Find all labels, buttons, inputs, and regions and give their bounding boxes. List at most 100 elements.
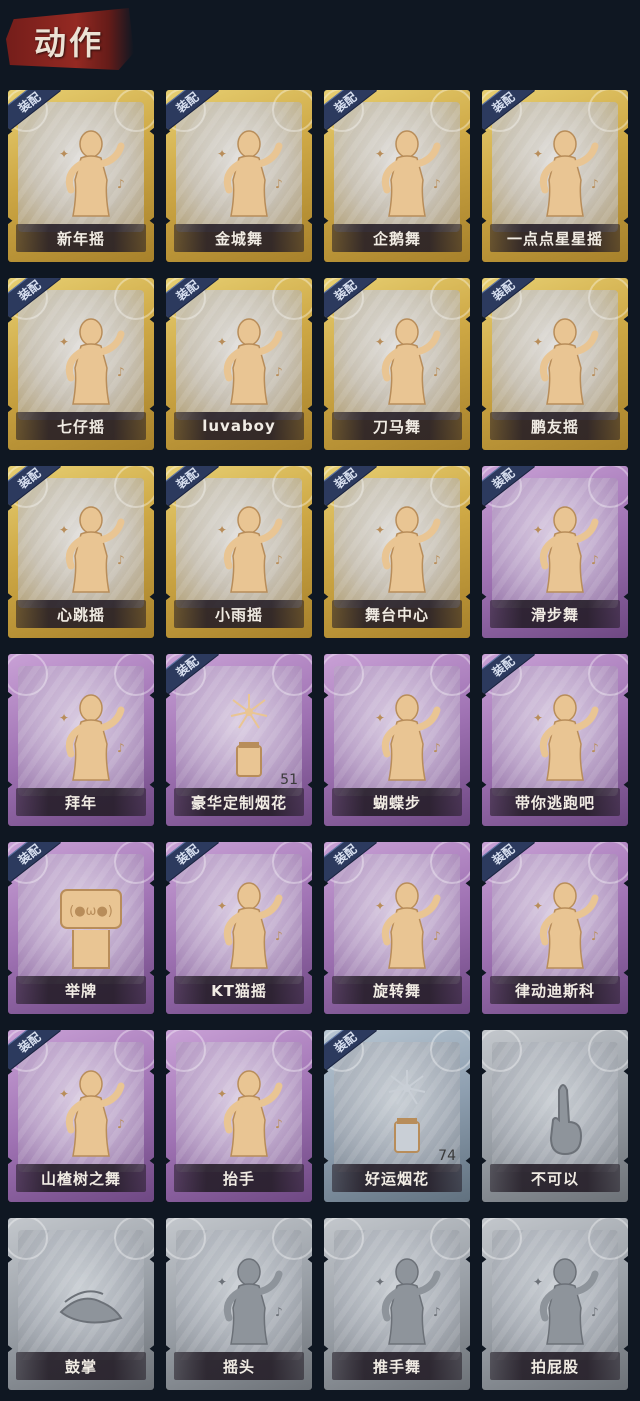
- dance-figure-icon: ♪ ✦: [525, 1252, 605, 1352]
- card-art: ♪ ✦: [8, 90, 154, 232]
- sign-figure-icon: (●ω●): [51, 876, 131, 976]
- emote-name: 金城舞: [214, 229, 263, 248]
- emote-name-bar: luvaboy: [174, 412, 304, 440]
- dance-figure-icon: ♪ ✦: [209, 500, 289, 600]
- emote-name-bar: 企鹅舞: [332, 224, 462, 252]
- svg-text:✦: ✦: [533, 711, 543, 725]
- emote-name: 企鹅舞: [372, 229, 421, 248]
- emote-card[interactable]: 鼓掌: [8, 1218, 154, 1390]
- svg-text:♪: ♪: [275, 177, 283, 191]
- emote-card[interactable]: (●ω●) 举牌 装配: [8, 842, 154, 1014]
- svg-text:✦: ✦: [217, 1087, 227, 1101]
- svg-text:✦: ✦: [533, 1275, 543, 1289]
- emote-name-bar: 推手舞: [332, 1352, 462, 1380]
- emote-card[interactable]: ♪ ✦ 鹏友摇 装配: [482, 278, 628, 450]
- emote-name: 心跳摇: [56, 605, 105, 624]
- svg-text:♪: ♪: [591, 741, 599, 755]
- svg-text:✦: ✦: [217, 523, 227, 537]
- svg-text:♪: ♪: [433, 929, 441, 943]
- emote-name: 推手舞: [372, 1357, 421, 1376]
- svg-text:✦: ✦: [533, 335, 543, 349]
- emote-name-bar: 拍屁股: [490, 1352, 620, 1380]
- emote-card[interactable]: ♪ ✦ 拜年: [8, 654, 154, 826]
- emote-name: 山楂树之舞: [40, 1169, 121, 1188]
- svg-text:✦: ✦: [59, 523, 69, 537]
- emote-card[interactable]: ♪ ✦ 山楂树之舞 装配: [8, 1030, 154, 1202]
- svg-text:♪: ♪: [433, 741, 441, 755]
- card-art: (●ω●): [8, 842, 154, 984]
- dance-figure-icon: ♪ ✦: [525, 124, 605, 224]
- emote-card[interactable]: ♪ ✦ 企鹅舞 装配: [324, 90, 470, 262]
- svg-text:✦: ✦: [59, 335, 69, 349]
- emote-card[interactable]: 51 豪华定制烟花 装配: [166, 654, 312, 826]
- emote-card[interactable]: ♪ ✦ 一点点星星摇 装配: [482, 90, 628, 262]
- dance-figure-icon: ♪ ✦: [367, 876, 447, 976]
- emote-card[interactable]: ♪ ✦ 舞台中心 装配: [324, 466, 470, 638]
- emote-name-bar: 抬手: [174, 1164, 304, 1192]
- emote-name-bar: 心跳摇: [16, 600, 146, 628]
- card-art: ♪ ✦: [482, 1218, 628, 1360]
- card-art: ♪ ✦: [324, 1218, 470, 1360]
- dance-figure-icon: ♪ ✦: [51, 312, 131, 412]
- emote-card[interactable]: ♪ ✦ 新年摇 装配: [8, 90, 154, 262]
- dance-figure-icon: ♪ ✦: [51, 1064, 131, 1164]
- emote-card[interactable]: ♪ ✦ 小雨摇 装配: [166, 466, 312, 638]
- svg-text:✦: ✦: [375, 335, 385, 349]
- emote-name-bar: 新年摇: [16, 224, 146, 252]
- emote-name: 蝴蝶步: [372, 793, 421, 812]
- emote-card[interactable]: ♪ ✦ 金城舞 装配: [166, 90, 312, 262]
- emote-card[interactable]: ♪ ✦ luvaboy 装配: [166, 278, 312, 450]
- raise-hand-figure-icon: ♪ ✦: [209, 1064, 289, 1164]
- emote-card[interactable]: ♪ ✦ 拍屁股: [482, 1218, 628, 1390]
- emote-card[interactable]: ♪ ✦ 带你逃跑吧 装配: [482, 654, 628, 826]
- svg-text:♪: ♪: [433, 365, 441, 379]
- emote-name-bar: 小雨摇: [174, 600, 304, 628]
- emote-card[interactable]: ♪ ✦ 推手舞: [324, 1218, 470, 1390]
- svg-text:✦: ✦: [59, 711, 69, 725]
- emote-name-bar: 豪华定制烟花: [174, 788, 304, 816]
- svg-text:✦: ✦: [217, 1275, 227, 1289]
- corner-ornament: [8, 654, 48, 696]
- emote-card[interactable]: ♪ ✦ KT猫摇 装配: [166, 842, 312, 1014]
- header: 动作: [0, 0, 640, 88]
- dance-figure-icon: ♪ ✦: [525, 688, 605, 788]
- svg-text:♪: ♪: [433, 177, 441, 191]
- svg-text:♪: ♪: [275, 365, 283, 379]
- emote-card[interactable]: ♪ ✦ 刀马舞 装配: [324, 278, 470, 450]
- svg-text:♪: ♪: [433, 1305, 441, 1319]
- emote-card[interactable]: ♪ ✦ 律动迪斯科 装配: [482, 842, 628, 1014]
- emote-name-bar: 举牌: [16, 976, 146, 1004]
- svg-text:♪: ♪: [275, 1117, 283, 1131]
- card-art: ♪ ✦: [482, 466, 628, 608]
- emote-card[interactable]: ♪ ✦ 旋转舞 装配: [324, 842, 470, 1014]
- emote-name-bar: 七仔摇: [16, 412, 146, 440]
- svg-text:♪: ♪: [591, 929, 599, 943]
- emote-name: 举牌: [64, 981, 97, 1000]
- svg-text:✦: ✦: [533, 899, 543, 913]
- emote-name-bar: 好运烟花: [332, 1164, 462, 1192]
- fireworks-icon: [367, 1064, 447, 1164]
- emote-card[interactable]: ♪ ✦ 抬手: [166, 1030, 312, 1202]
- svg-text:♪: ♪: [275, 1305, 283, 1319]
- clap-hands-icon: [51, 1252, 131, 1352]
- svg-text:♪: ♪: [117, 365, 125, 379]
- emote-card[interactable]: ♪ ✦ 蝴蝶步: [324, 654, 470, 826]
- emote-name: 一点点星星摇: [506, 229, 603, 248]
- emote-name: 好运烟花: [364, 1169, 429, 1188]
- emote-name-bar: 摇头: [174, 1352, 304, 1380]
- emote-card[interactable]: ♪ ✦ 心跳摇 装配: [8, 466, 154, 638]
- emote-card[interactable]: ♪ ✦ 七仔摇 装配: [8, 278, 154, 450]
- card-art: ♪ ✦: [482, 842, 628, 984]
- emote-name: 七仔摇: [56, 417, 105, 436]
- svg-text:♪: ♪: [591, 553, 599, 567]
- emote-card[interactable]: 74 好运烟花 装配: [324, 1030, 470, 1202]
- emote-card[interactable]: ♪ ✦ 滑步舞 装配: [482, 466, 628, 638]
- emote-name: luvaboy: [202, 417, 276, 435]
- svg-text:♪: ♪: [117, 741, 125, 755]
- svg-text:✦: ✦: [375, 899, 385, 913]
- emote-card[interactable]: ♪ ✦ 摇头: [166, 1218, 312, 1390]
- shake-head-figure-icon: ♪ ✦: [209, 1252, 289, 1352]
- card-art: ♪ ✦: [482, 278, 628, 420]
- emote-name: 刀马舞: [372, 417, 421, 436]
- emote-card[interactable]: 不可以: [482, 1030, 628, 1202]
